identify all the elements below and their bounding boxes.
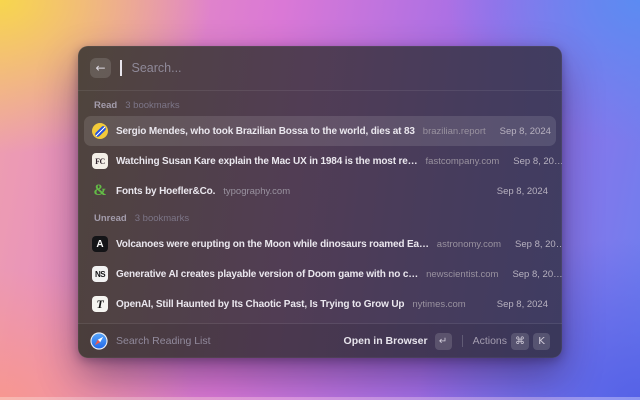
newscientist-favicon: NS	[92, 266, 108, 282]
section-label: Read	[94, 100, 118, 111]
bookmark-row[interactable]: & Fonts by Hoefler&Co. typography.com Se…	[84, 176, 556, 206]
bookmark-row[interactable]: T OpenAI, Still Haunted by Its Chaotic P…	[84, 289, 556, 319]
footer-actions: Open in Browser ↵ Actions ⌘ K	[344, 332, 550, 350]
return-key-icon: ↵	[434, 332, 452, 350]
section-label: Unread	[94, 213, 127, 224]
bookmark-domain: newscientist.com	[426, 268, 499, 280]
bookmark-date: Sep 8, 20…	[512, 268, 562, 280]
bookmark-date: Sep 8, 20…	[513, 155, 562, 167]
text-caret	[120, 60, 122, 76]
section-count: 3 bookmarks	[134, 213, 190, 224]
fastcompany-favicon: FC	[92, 153, 108, 169]
bookmark-title: Sergio Mendes, who took Brazilian Bossa …	[116, 125, 415, 137]
actions-label: Actions	[472, 335, 507, 347]
section-header: Read 3 bookmarks	[84, 93, 556, 116]
actions-menu-button[interactable]: Actions ⌘ K	[472, 332, 550, 350]
bookmark-row[interactable]: Sergio Mendes, who took Brazilian Bossa …	[84, 116, 556, 146]
bookmark-date: Sep 8, 2024	[499, 125, 551, 137]
footer-divider	[461, 335, 463, 347]
section-count: 3 bookmarks	[125, 100, 180, 111]
nytimes-favicon: T	[92, 296, 108, 312]
bookmark-title: Fonts by Hoefler&Co.	[116, 185, 216, 197]
bookmark-domain: brazilian.report	[422, 125, 486, 137]
section-header: Unread 3 bookmarks	[84, 206, 556, 229]
bookmark-date: Sep 8, 20…	[515, 238, 562, 250]
bookmark-domain: fastcompany.com	[425, 155, 500, 167]
bookmark-row[interactable]: A Volcanoes were erupting on the Moon wh…	[84, 229, 562, 259]
back-arrow-icon: ←	[95, 61, 106, 75]
search-input[interactable]	[131, 61, 550, 75]
bookmark-list: Read 3 bookmarks Sergio Mendes, who took…	[78, 91, 562, 323]
footer-app: Search Reading List	[90, 332, 211, 350]
brazilian-report-favicon	[92, 123, 108, 139]
footer-app-label: Search Reading List	[116, 335, 211, 347]
status-bar: Search Reading List Open in Browser ↵ Ac…	[78, 324, 562, 358]
bookmark-title: OpenAI, Still Haunted by Its Chaotic Pas…	[116, 298, 405, 310]
bookmark-row[interactable]: NS Generative AI creates playable versio…	[84, 259, 562, 289]
bookmark-date: Sep 8, 2024	[496, 185, 548, 197]
swoosh-shape	[93, 124, 107, 138]
bookmark-row[interactable]: FC Watching Susan Kare explain the Mac U…	[84, 146, 562, 176]
bookmark-title: Generative AI creates playable version o…	[116, 268, 419, 280]
bookmark-domain: astronomy.com	[436, 238, 502, 250]
safari-compass-icon	[90, 332, 108, 350]
command-key-icon: ⌘	[511, 332, 529, 350]
hoefler-ampersand-favicon: &	[93, 183, 107, 199]
bookmark-title: Volcanoes were erupting on the Moon whil…	[116, 238, 429, 250]
reading-list-window: ← Read 3 bookmarks Sergio Mendes, who to…	[78, 46, 562, 358]
search-bar: ←	[78, 46, 562, 90]
bookmark-title: Watching Susan Kare explain the Mac UX i…	[116, 155, 418, 167]
open-in-browser-button[interactable]: Open in Browser	[344, 335, 428, 347]
bookmark-date: Sep 8, 2024	[496, 298, 548, 310]
bookmark-domain: nytimes.com	[412, 298, 466, 310]
astronomy-favicon: A	[92, 236, 108, 252]
bookmark-domain: typography.com	[223, 185, 291, 197]
k-key-icon: K	[533, 332, 550, 350]
desktop-background: ← Read 3 bookmarks Sergio Mendes, who to…	[0, 0, 640, 400]
back-button[interactable]: ←	[90, 58, 111, 78]
